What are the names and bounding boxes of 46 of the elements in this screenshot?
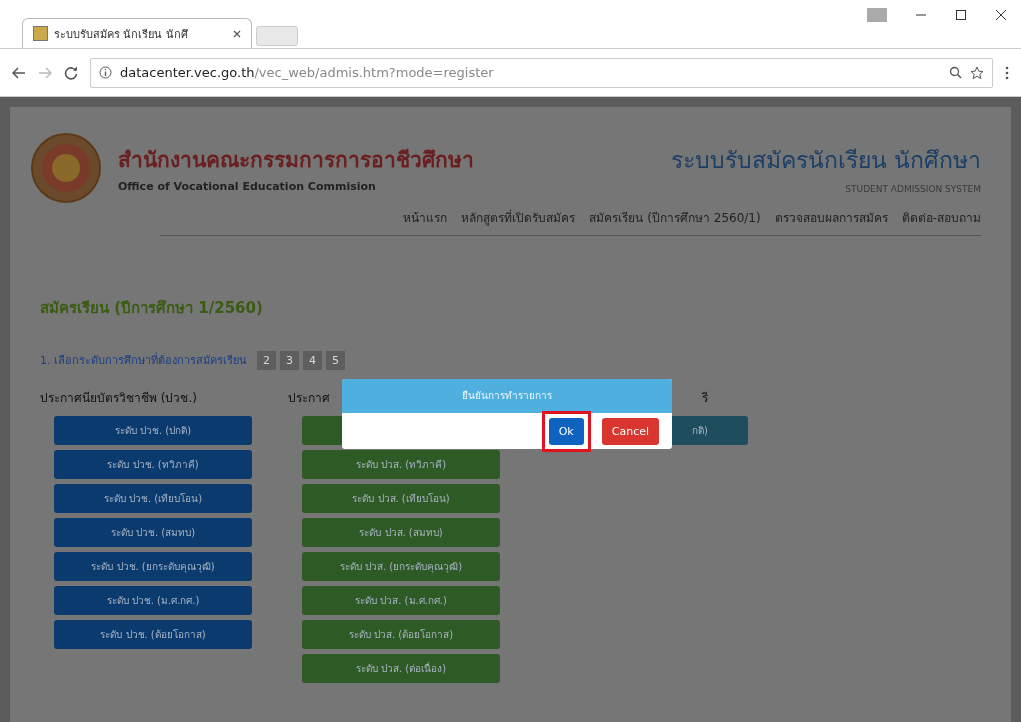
close-icon[interactable] (233, 29, 241, 38)
cancel-button[interactable]: Cancel (601, 418, 659, 445)
level-button[interactable]: ระดับ ปวส. (สมทบ) (302, 518, 500, 547)
favicon-icon (33, 26, 48, 41)
level-button[interactable]: ระดับ ปวช. (เทียบโอน) (54, 484, 252, 513)
system-title: ระบบรับสมัครนักเรียน นักศึกษา (670, 146, 981, 175)
step-tab[interactable]: 3 (280, 350, 299, 370)
level-button[interactable]: ระดับ ปวส. (ยกระดับคุณวุฒิ) (302, 552, 500, 581)
step-tab[interactable]: 1. เลือกระดับการศึกษาที่ต้องการสมัครเรียน (40, 348, 253, 372)
info-icon (99, 66, 112, 79)
close-icon[interactable] (995, 9, 1007, 21)
nav-link[interactable]: สมัครเรียน (ปีการศึกษา 2560/1) (589, 208, 761, 227)
reload-icon[interactable] (64, 65, 78, 80)
address-bar[interactable]: datacenter.vec.go.th/vec_web/admis.htm?mode=register (90, 57, 993, 88)
maximize-icon[interactable] (955, 9, 967, 21)
organization-name: สำนักงานคณะกรรมการการอาชีวศึกษา (118, 147, 474, 174)
column-heading: ประกาศนียบัตรวิชาชีพ (ปวช.) (40, 390, 198, 407)
level-button[interactable]: ระดับ ปวส. (ด้อยโอกาส) (302, 620, 500, 649)
menu-icon[interactable] (1005, 65, 1009, 80)
level-button[interactable]: ระดับ ปวช. (สมทบ) (54, 518, 252, 547)
ok-button[interactable]: Ok (548, 418, 584, 445)
step-tab[interactable]: 5 (326, 350, 345, 370)
browser-tab[interactable]: ระบบรับสมัคร นักเรียน นักศึ (22, 18, 252, 48)
nav-link[interactable]: หลักสูตรที่เปิดรับสมัคร (461, 208, 576, 227)
level-button[interactable]: ระดับ ปวส. (ต่อเนื่อง) (302, 654, 500, 683)
emblem-logo-icon (30, 132, 102, 204)
nav-link[interactable]: ติดต่อ-สอบถาม (901, 208, 981, 227)
level-button[interactable]: ระดับ ปวส. (ทวิภาคี) (302, 450, 500, 479)
step-tab[interactable]: 2 (257, 350, 276, 370)
dialog-title: ยืนยันการทำรายการ (342, 379, 672, 413)
nav-link[interactable]: ตรวจสอบผลการสมัคร (774, 208, 888, 227)
system-subtitle: STUDENT ADMISSION SYSTEM (845, 184, 981, 194)
zoom-icon[interactable] (949, 66, 962, 79)
back-arrow-icon[interactable] (12, 65, 26, 80)
level-button[interactable]: ระดับ ปวช. (ด้อยโอกาส) (54, 620, 252, 649)
level-button[interactable]: ระดับ ปวส. (เทียบโอน) (302, 484, 500, 513)
level-button[interactable]: ระดับ ปวช. (ปกติ) (54, 416, 252, 445)
level-button[interactable]: ระดับ ปวช. (ทวิภาคี) (54, 450, 252, 479)
level-button[interactable]: ระดับ ปวช. (ยกระดับคุณวุฒิ) (54, 552, 252, 581)
level-button[interactable]: ระดับ ปวช. (ม.ศ.กศ.) (54, 586, 252, 615)
nav-link[interactable]: หน้าแรก (403, 208, 448, 227)
level-button[interactable]: ระดับ ปวส. (ม.ศ.กศ.) (302, 586, 500, 615)
organization-english-name: Office of Vocational Education Commision (118, 180, 377, 193)
star-icon[interactable] (970, 65, 984, 80)
step-tab[interactable]: 4 (303, 350, 322, 370)
page-title: สมัครเรียน (ปีการศึกษา 1/2560) (40, 298, 264, 319)
